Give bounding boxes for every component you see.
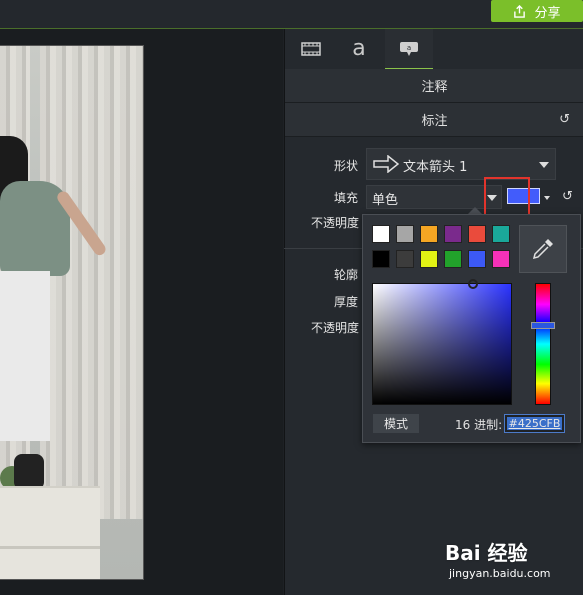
share-label: 分享 xyxy=(534,5,561,21)
film-icon xyxy=(301,41,321,56)
thickness-label: 厚度 xyxy=(334,295,359,309)
color-swatch[interactable] xyxy=(444,250,462,268)
shape-label: 形状 xyxy=(334,159,359,173)
video-preview[interactable] xyxy=(0,45,144,580)
arrow-shape-icon xyxy=(373,155,399,173)
panel-tabs: a a xyxy=(285,29,583,70)
reset-icon[interactable]: ↺ xyxy=(562,189,573,204)
preview-image xyxy=(0,46,143,579)
annotations-title: 注释 xyxy=(421,80,448,95)
fill-value: 单色 xyxy=(372,193,399,208)
color-swatch[interactable] xyxy=(492,250,510,268)
hue-slider-handle[interactable] xyxy=(531,322,555,329)
hex-value: #425CFB xyxy=(506,417,563,430)
mode-button[interactable]: 模式 xyxy=(373,414,419,433)
tab-callout[interactable]: a xyxy=(385,29,433,70)
hue-slider[interactable] xyxy=(535,283,551,405)
tab-text[interactable]: a xyxy=(335,29,383,68)
outline-opacity-label: 不透明度 xyxy=(311,321,360,335)
eyedropper-icon xyxy=(532,239,553,260)
color-swatch[interactable] xyxy=(420,225,438,243)
color-swatch[interactable] xyxy=(396,250,414,268)
watermark-main: Bai 经验 xyxy=(445,541,528,565)
color-swatch[interactable] xyxy=(444,225,462,243)
svg-text:a: a xyxy=(407,44,411,52)
shape-value: 文本箭头 1 xyxy=(403,160,468,175)
watermark-url: jingyan.baidu.com xyxy=(449,567,551,580)
color-swatch[interactable] xyxy=(372,250,390,268)
baidu-watermark: Bai 经验 jingyan.baidu.com xyxy=(445,537,551,580)
callout-icon: a xyxy=(400,41,418,56)
highlight-box xyxy=(484,177,530,217)
color-swatch[interactable] xyxy=(468,250,486,268)
canvas-area[interactable] xyxy=(0,29,283,595)
share-icon xyxy=(514,4,526,18)
tab-media[interactable] xyxy=(287,29,335,68)
callout-header[interactable]: 标注 ↺ xyxy=(285,103,583,137)
share-button[interactable]: 分享 xyxy=(491,0,583,22)
reset-icon[interactable]: ↺ xyxy=(559,112,570,127)
callout-title: 标注 xyxy=(421,114,448,129)
annotations-header: 注释 xyxy=(285,69,583,103)
hex-label: 16 进制: xyxy=(455,418,503,432)
chevron-down-icon xyxy=(539,162,549,168)
hex-input[interactable]: #425CFB xyxy=(504,414,565,433)
outline-label: 轮廓 xyxy=(334,268,359,282)
eyedropper-button[interactable] xyxy=(519,225,567,273)
color-swatch[interactable] xyxy=(492,225,510,243)
color-swatch[interactable] xyxy=(420,250,438,268)
chevron-down-icon xyxy=(544,196,550,200)
text-a-icon: a xyxy=(352,36,366,61)
shape-dropdown[interactable]: 文本箭头 1 xyxy=(366,148,556,180)
top-bar: 分享 xyxy=(0,0,583,29)
color-swatch[interactable] xyxy=(468,225,486,243)
color-swatch[interactable] xyxy=(396,225,414,243)
fill-dropdown[interactable]: 单色 xyxy=(366,185,502,209)
opacity-label: 不透明度 xyxy=(311,216,360,230)
color-cursor[interactable] xyxy=(468,279,478,289)
fill-label: 填充 xyxy=(334,191,359,205)
color-swatch[interactable] xyxy=(372,225,390,243)
saturation-value-field[interactable] xyxy=(372,283,512,405)
